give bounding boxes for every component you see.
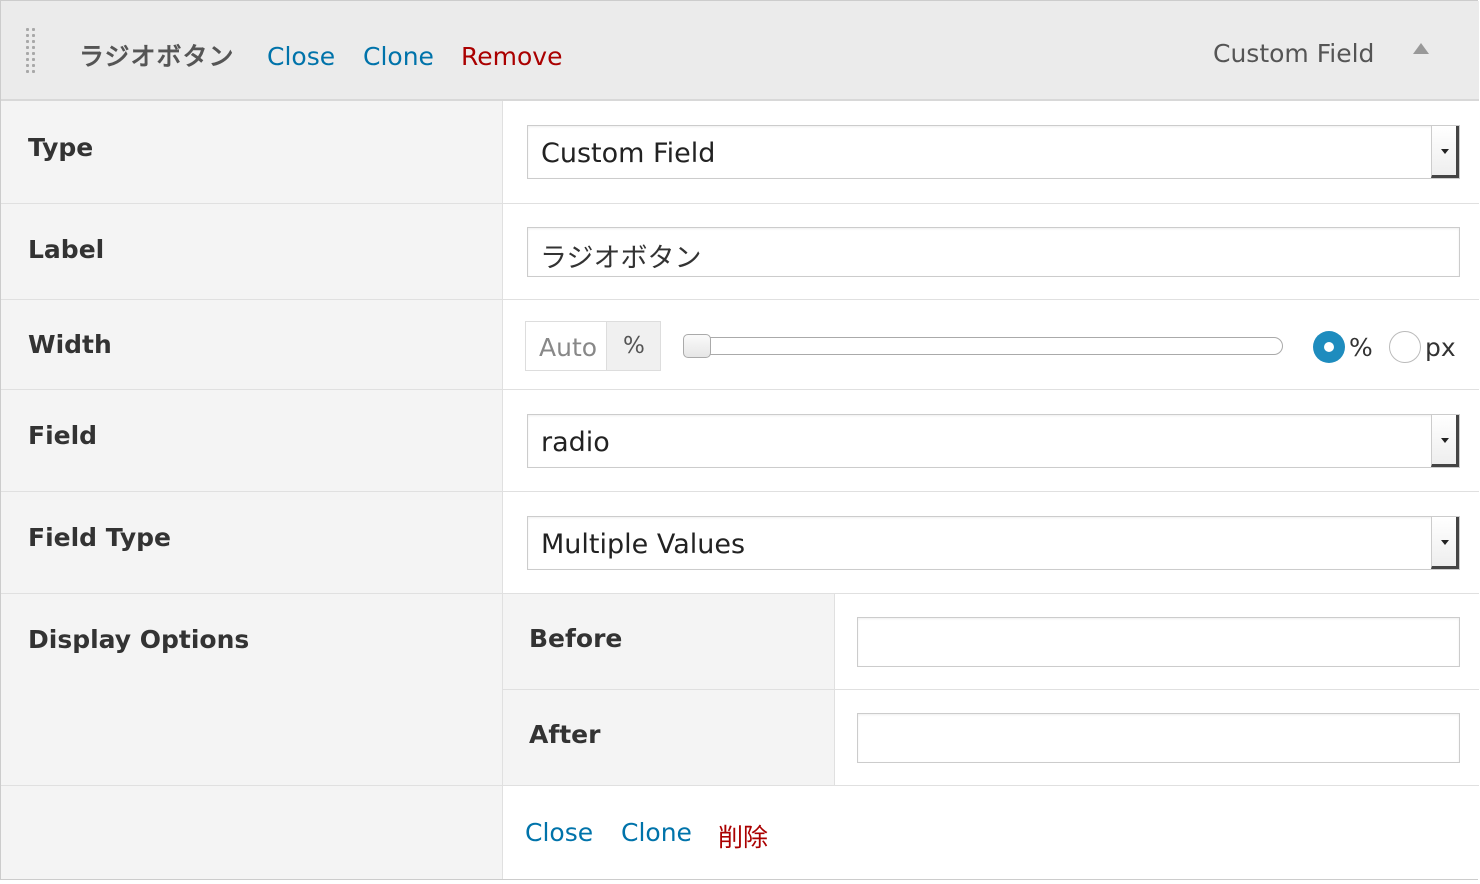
field-type-select[interactable]: Multiple Values: [527, 516, 1460, 570]
field-type-label: Custom Field: [1213, 39, 1375, 68]
after-input[interactable]: [857, 713, 1460, 763]
field-type-label: Field Type: [28, 523, 172, 552]
type-select-value: Custom Field: [541, 138, 716, 169]
dropdown-arrow-icon[interactable]: [1431, 517, 1459, 569]
label-row: Label ラジオボタン: [1, 204, 1479, 300]
width-unit-addon: %: [607, 321, 661, 371]
field-label: Field: [28, 421, 98, 450]
radio-px[interactable]: [1389, 331, 1421, 363]
field-title: ラジオボタン: [79, 42, 235, 71]
before-label: Before: [529, 624, 623, 653]
type-value-cell: Custom Field: [503, 101, 1479, 203]
field-select[interactable]: radio: [527, 414, 1460, 468]
width-unit-addon-label: %: [623, 333, 645, 359]
footer-actions: Close Clone 削除: [503, 786, 1479, 879]
collapse-arrow-icon[interactable]: [1413, 43, 1429, 54]
label-input-value: ラジオボタン: [540, 243, 702, 274]
display-options-label: Display Options: [28, 625, 250, 654]
label-label-cell: Label: [1, 204, 503, 299]
radio-percent[interactable]: [1313, 331, 1345, 363]
width-slider-handle[interactable]: [683, 334, 711, 358]
width-input[interactable]: Auto: [525, 321, 607, 371]
dropdown-arrow-icon[interactable]: [1431, 126, 1459, 178]
field-header[interactable]: ラジオボタン Close Clone Remove Custom Field: [1, 1, 1479, 101]
display-options-value-cell: [835, 594, 1479, 785]
field-label-cell: Field: [1, 390, 503, 491]
display-options-label-cell: Display Options: [1, 594, 503, 785]
footer-label-cell: [1, 786, 503, 879]
field-select-value: radio: [541, 427, 610, 458]
label-input[interactable]: ラジオボタン: [527, 227, 1460, 277]
width-slider-track[interactable]: [683, 337, 1283, 355]
type-label-cell: Type: [1, 101, 503, 203]
display-options-row: Display Options Before After: [1, 594, 1479, 786]
width-input-placeholder: Auto: [539, 333, 598, 362]
before-input[interactable]: [857, 617, 1460, 667]
field-type-row: Field Type Multiple Values: [1, 492, 1479, 594]
footer-clone-link[interactable]: Clone: [621, 818, 692, 847]
label-label: Label: [28, 235, 105, 264]
width-row: Width Auto % % px: [1, 300, 1479, 390]
dropdown-arrow-icon[interactable]: [1431, 415, 1459, 467]
header-clone-link[interactable]: Clone: [363, 42, 434, 71]
width-label-cell: Width: [1, 300, 503, 389]
width-value-cell: Auto % % px: [503, 300, 1479, 389]
footer-row: Close Clone 削除: [1, 786, 1479, 879]
type-row: Type Custom Field: [1, 101, 1479, 204]
header-close-link[interactable]: Close: [267, 42, 335, 71]
drag-handle-icon[interactable]: [26, 28, 40, 74]
field-value-cell: radio: [503, 390, 1479, 491]
field-row: Field radio: [1, 390, 1479, 492]
field-settings-panel: ラジオボタン Close Clone Remove Custom Field T…: [0, 0, 1479, 880]
after-label: After: [529, 720, 601, 749]
field-type-select-value: Multiple Values: [541, 529, 746, 560]
after-label-cell: After: [503, 690, 835, 786]
radio-px-label: px: [1425, 333, 1456, 362]
field-type-value-cell: Multiple Values: [503, 492, 1479, 593]
field-type-label-cell: Field Type: [1, 492, 503, 593]
type-label: Type: [28, 133, 94, 162]
before-label-cell: Before: [503, 594, 835, 690]
radio-percent-label: %: [1349, 333, 1373, 362]
footer-close-link[interactable]: Close: [525, 818, 593, 847]
type-select[interactable]: Custom Field: [527, 125, 1460, 179]
header-remove-link[interactable]: Remove: [461, 42, 562, 71]
width-label: Width: [28, 330, 112, 359]
label-value-cell: ラジオボタン: [503, 204, 1479, 299]
footer-remove-link[interactable]: 削除: [718, 818, 768, 854]
